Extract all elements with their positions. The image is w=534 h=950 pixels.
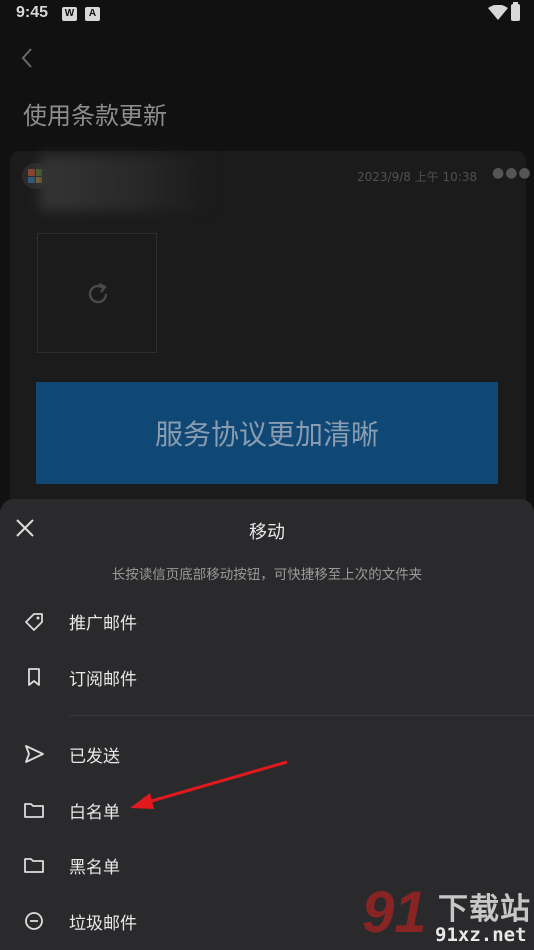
watermark-logo: 91 (362, 880, 427, 945)
watermark-name: 下载站 (438, 892, 531, 927)
watermark-url: 91xz.net (435, 924, 527, 946)
annotation-arrow (130, 760, 288, 809)
watermark: 91 下载站 91xz.net (360, 880, 534, 950)
